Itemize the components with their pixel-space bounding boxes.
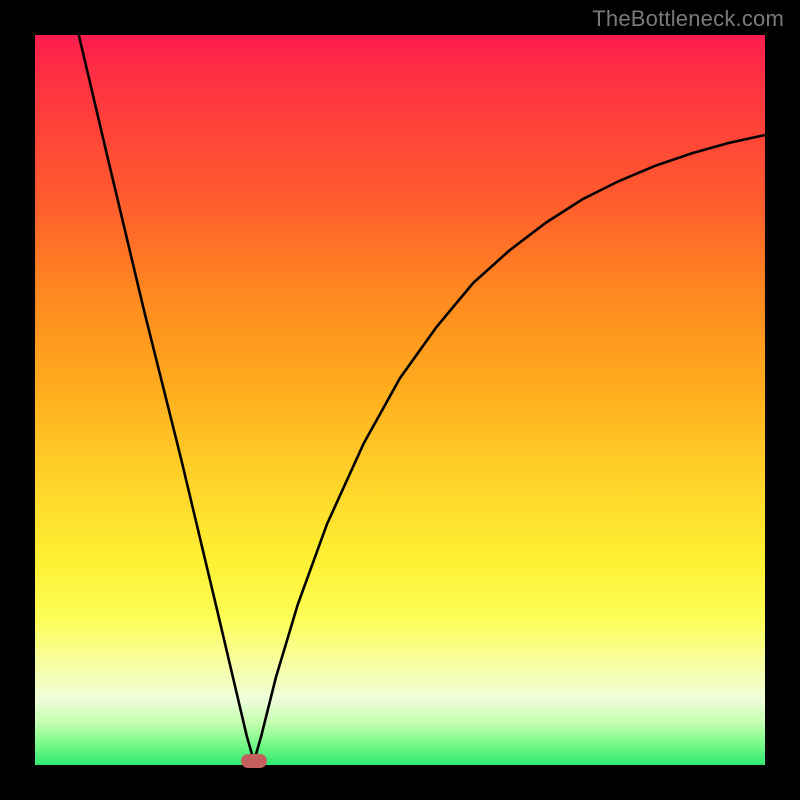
plot-area xyxy=(35,35,765,765)
curve-left-branch xyxy=(79,35,254,761)
curve-svg xyxy=(35,35,765,765)
curve-right-branch xyxy=(254,135,765,761)
chart-frame: TheBottleneck.com xyxy=(0,0,800,800)
watermark-text: TheBottleneck.com xyxy=(592,6,784,32)
minimum-marker xyxy=(241,754,267,768)
